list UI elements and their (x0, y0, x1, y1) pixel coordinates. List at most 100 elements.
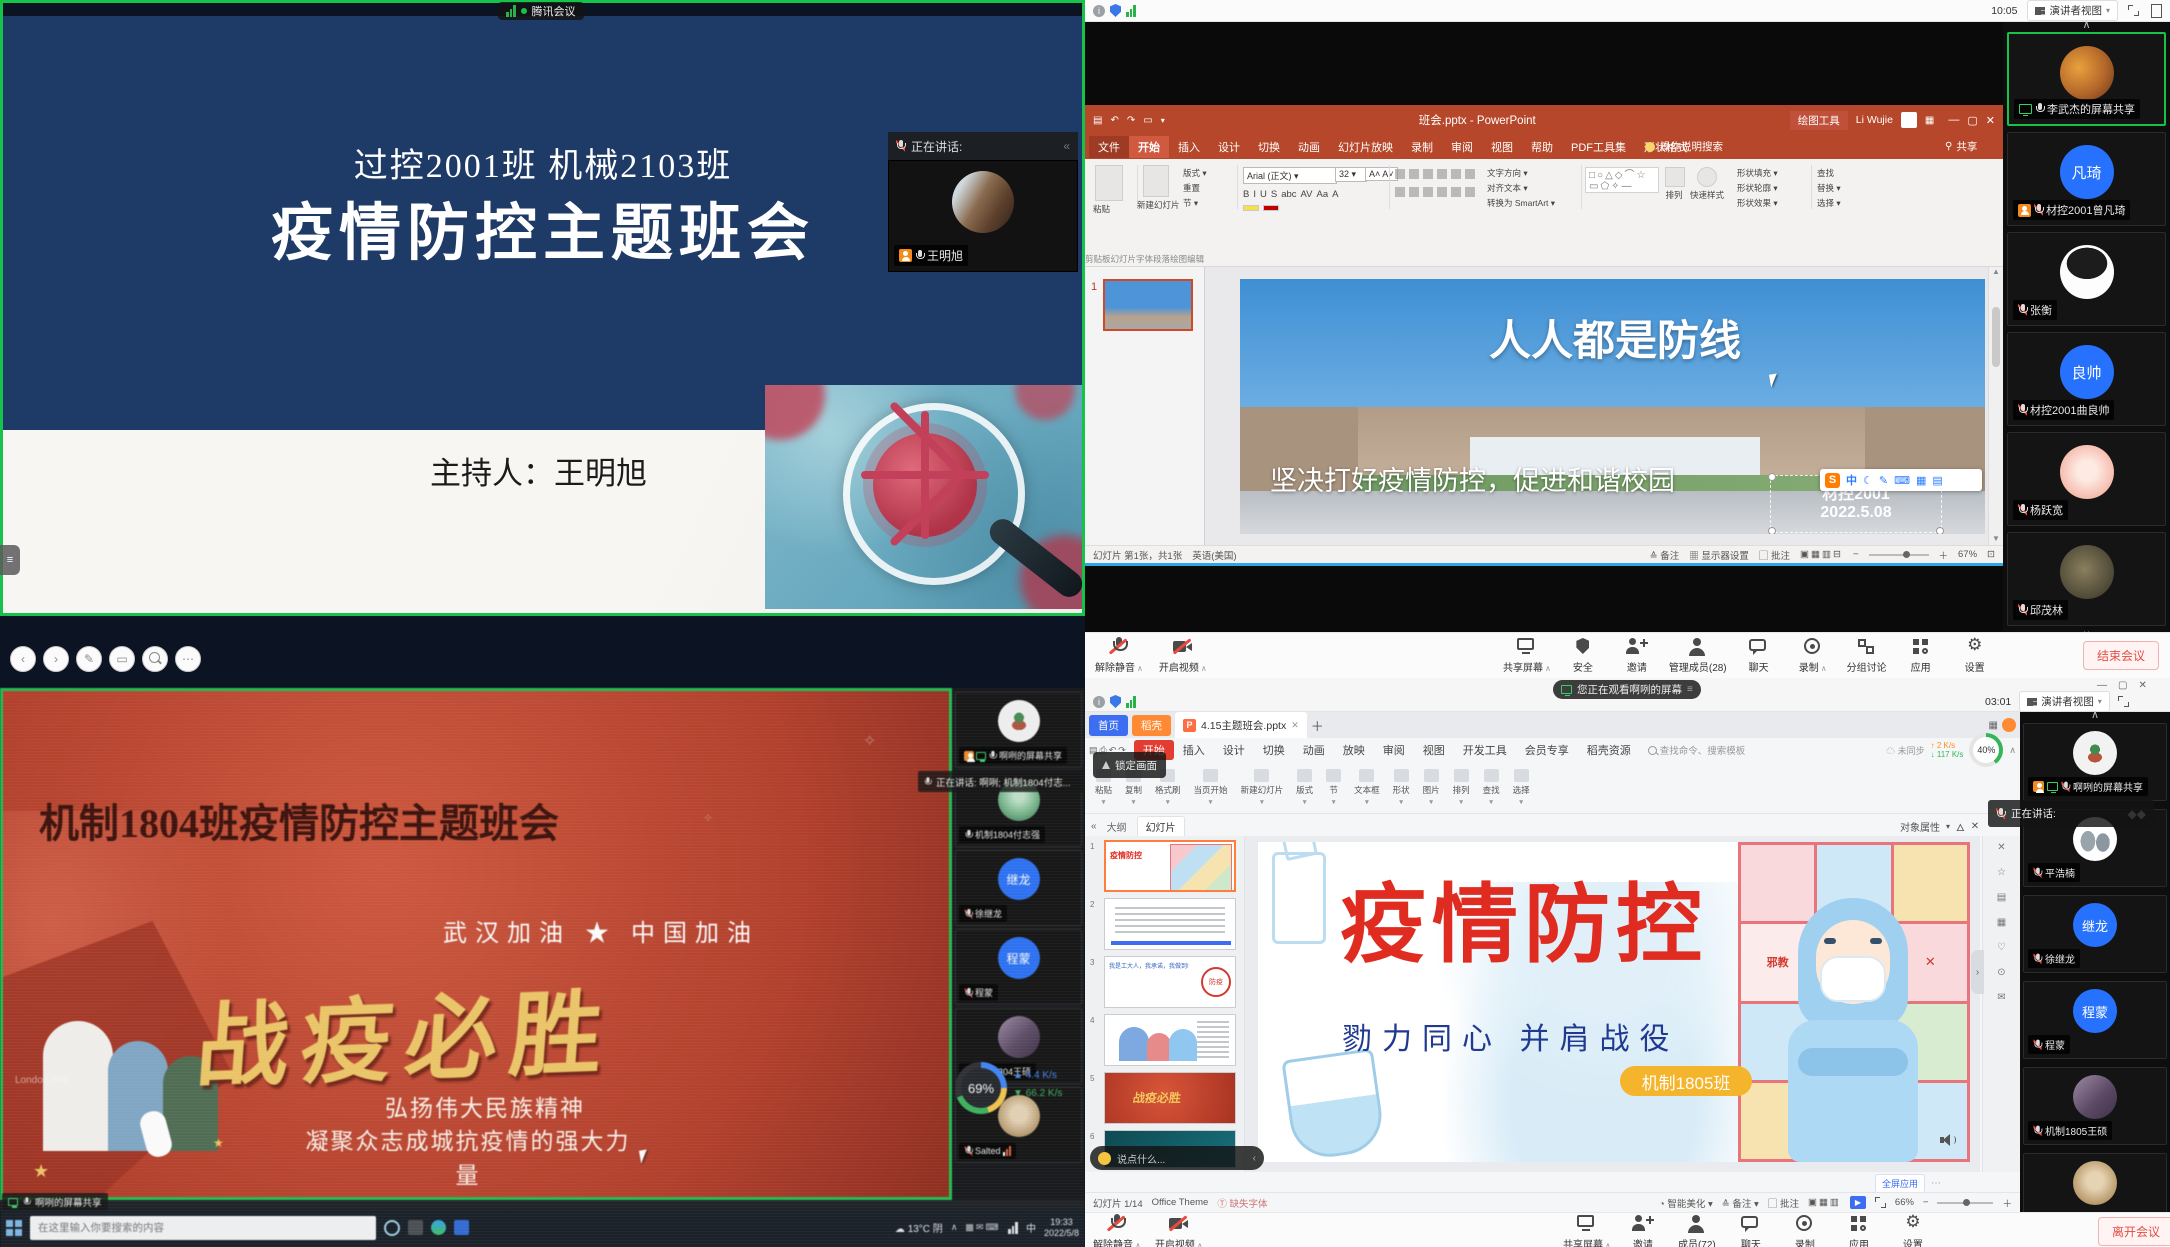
undo-icon[interactable]: ↶ (1110, 115, 1118, 126)
participant-tile[interactable]: 程蒙 程蒙 (2023, 981, 2167, 1059)
tray-icons[interactable]: ▦✉⌨ (965, 1222, 1000, 1233)
align-icons[interactable] (1395, 187, 1479, 197)
chat-input[interactable]: 说点什么... (1117, 1151, 1247, 1166)
ppt-ribbon-tab[interactable]: 开始 (1129, 136, 1169, 158)
participant-tile[interactable]: 啊咧的屏幕共享 (2023, 723, 2167, 801)
zoom-in-button[interactable]: ＋ (2002, 1196, 2012, 1210)
participant-tile[interactable]: 邱茂林 (2007, 532, 2166, 626)
wps-tool-button[interactable]: 查找▾ (1483, 769, 1500, 806)
ppt-ribbon-tab[interactable]: 帮助 (1522, 136, 1562, 158)
font-style-button[interactable]: S (1271, 189, 1277, 200)
weather-tray[interactable]: ☁ 13°C 阴 (895, 1220, 943, 1235)
sidebar-collapse-up-icon[interactable]: ∧ (2003, 22, 2170, 30)
wps-document-tab[interactable]: P 4.15主题班会.pptx ✕ (1175, 712, 1307, 738)
toolbar-button[interactable]: 聊天∧ (1729, 1214, 1773, 1247)
paste-label[interactable]: 粘贴 (1093, 203, 1110, 215)
image-icon[interactable]: ▦ (1983, 917, 2020, 928)
toolbar-button[interactable]: 邀请∧ (1621, 1214, 1665, 1247)
apps-grid-icon[interactable]: ▦ (1989, 720, 1998, 731)
layout-label[interactable]: 版式 ▾ (1183, 167, 1207, 179)
save-icon[interactable]: ▤ (1093, 115, 1102, 126)
beautify-button[interactable]: ◔ 智能美化 ▾ (1659, 1196, 1713, 1210)
participant-tile[interactable]: 程蒙 程蒙 (955, 929, 1082, 1005)
select-label[interactable]: 选择 ▾ (1817, 197, 1841, 209)
thumbnail-1[interactable]: 疫情防控 (1104, 840, 1236, 892)
paste-icon[interactable] (1095, 165, 1123, 201)
shape-effects-label[interactable]: 形状效果 ▾ (1737, 197, 1778, 209)
toolbar-button[interactable]: 设置∧ (1953, 637, 1997, 674)
toolbar-button[interactable]: 录制∧ (1791, 637, 1835, 674)
fullscreen-icon[interactable] (2118, 696, 2129, 707)
smartart-label[interactable]: 转换为 SmartArt ▾ (1487, 197, 1555, 209)
font-style-button[interactable]: Aa (1317, 189, 1329, 200)
ppt-ribbon-tab[interactable]: 切换 (1249, 136, 1289, 158)
comments-button[interactable]: ▢ 批注 (1759, 548, 1790, 562)
minimize-button[interactable]: — (1948, 114, 1959, 126)
pill-menu-icon[interactable]: ≡ (1687, 684, 1693, 695)
emoji-icon[interactable] (1098, 1152, 1111, 1165)
ppt-ribbon-tab[interactable]: 插入 (1169, 136, 1209, 158)
participant-tile[interactable]: 凡琦 材控2001曾凡琦 (2007, 132, 2166, 226)
toolbox-icon[interactable]: ▦ (1916, 474, 1926, 487)
grid-icon[interactable]: ▤ (1932, 474, 1942, 487)
ppt-slide-panel[interactable]: 1 (1085, 267, 1205, 545)
app-icon[interactable] (454, 1220, 469, 1235)
wps-ribbon-tab[interactable]: 放映 (1334, 740, 1374, 760)
toolbar-button[interactable]: 聊天∧ (1737, 637, 1781, 674)
wps-docer-tab[interactable]: 稻壳 (1132, 715, 1171, 736)
font-style-button[interactable]: A (1332, 189, 1338, 200)
new-slide-label[interactable]: 新建幻灯片 (1137, 199, 1177, 211)
tell-me-search[interactable]: 操作说明搜索 (1645, 139, 1723, 154)
toolbar-button[interactable]: 分组讨论∧ (1845, 637, 1889, 674)
comments-button[interactable]: ▢ 批注 (1768, 1196, 1799, 1210)
replace-label[interactable]: 替换 ▾ (1817, 182, 1841, 194)
zoom-level[interactable]: 67% (1958, 549, 1977, 560)
object-properties-header[interactable]: 对象属性▾ 🜂 ✕ (1900, 816, 1979, 837)
slides-tab[interactable]: 幻灯片 (1137, 816, 1185, 836)
zoom-out-button[interactable]: − (1923, 1197, 1929, 1208)
collapse-icon[interactable]: « (1063, 139, 1070, 153)
participant-tile[interactable]: 机制1805王硕 (2023, 1067, 2167, 1145)
toolbar-button[interactable]: 应用∧ (1899, 637, 1943, 674)
wps-tool-button[interactable]: 形状▾ (1393, 769, 1410, 806)
font-style-button[interactable]: AV (1301, 189, 1313, 200)
toolbar-button[interactable]: 解除静音∧ (1095, 637, 1143, 674)
participant-tile[interactable]: 良帅 材控2001曲良帅 (2007, 332, 2166, 426)
sidebar-toggle-icon[interactable] (2151, 4, 2162, 18)
panel-expand-handle[interactable]: › (1971, 950, 1984, 994)
wps-tool-button[interactable]: 图片▾ (1423, 769, 1440, 806)
text-direction-label[interactable]: 文字方向 ▾ (1487, 167, 1528, 179)
moon-icon[interactable]: ☾ (1863, 474, 1873, 487)
wps-user-avatar[interactable] (2002, 718, 2016, 732)
bell-icon[interactable]: 🜂 (1956, 816, 1965, 837)
zoom-slider[interactable] (1869, 554, 1929, 556)
wps-tool-button[interactable]: 版式▾ (1296, 769, 1313, 806)
ppt-ribbon-tab[interactable]: 审阅 (1442, 136, 1482, 158)
sidebar-collapse-up-icon[interactable]: ∧ (2020, 712, 2170, 721)
wps-ribbon-tab[interactable]: 设计 (1214, 740, 1254, 760)
fullscreen-icon[interactable] (2128, 5, 2139, 16)
ppt-ribbon-tab[interactable]: 录制 (1402, 136, 1442, 158)
wps-home-tab[interactable]: 首页 (1089, 715, 1128, 736)
mail-icon[interactable]: ✉ (1983, 992, 2020, 1003)
ppt-ribbon-tab[interactable]: 动画 (1289, 136, 1329, 158)
participant-tile[interactable]: 张衡 (2007, 232, 2166, 326)
toolbar-button[interactable]: 开启视频∧ (1155, 1214, 1203, 1247)
toolbar-button[interactable]: 设置∧ (1891, 1214, 1935, 1247)
tray-expand-icon[interactable]: ∧ (951, 1222, 958, 1233)
pen-icon[interactable]: ✎ (1879, 474, 1888, 487)
font-style-button[interactable]: U (1260, 189, 1267, 200)
layout-icon[interactable]: ▤ (1983, 892, 2020, 903)
magnifier-button[interactable] (142, 646, 168, 672)
quickaccess-caret-icon[interactable]: ▾ (1161, 116, 1165, 125)
find-label[interactable]: 查找 (1817, 167, 1834, 179)
wps-ribbon-tab[interactable]: 切换 (1254, 740, 1294, 760)
participant-tile[interactable]: 继龙 徐继龙 (955, 850, 1082, 926)
close-button[interactable]: ✕ (1986, 114, 1995, 127)
toolbar-button[interactable]: 成员(72)∧ (1675, 1214, 1719, 1247)
wps-tool-button[interactable]: 排列▾ (1453, 769, 1470, 806)
new-tab-button[interactable]: ＋ (1311, 716, 1324, 735)
wps-tool-button[interactable]: 当页开始▾ (1194, 769, 1228, 806)
wifi-icon[interactable] (1008, 1222, 1018, 1234)
toolbar-button[interactable]: 共享屏幕∧ (1563, 1214, 1611, 1247)
